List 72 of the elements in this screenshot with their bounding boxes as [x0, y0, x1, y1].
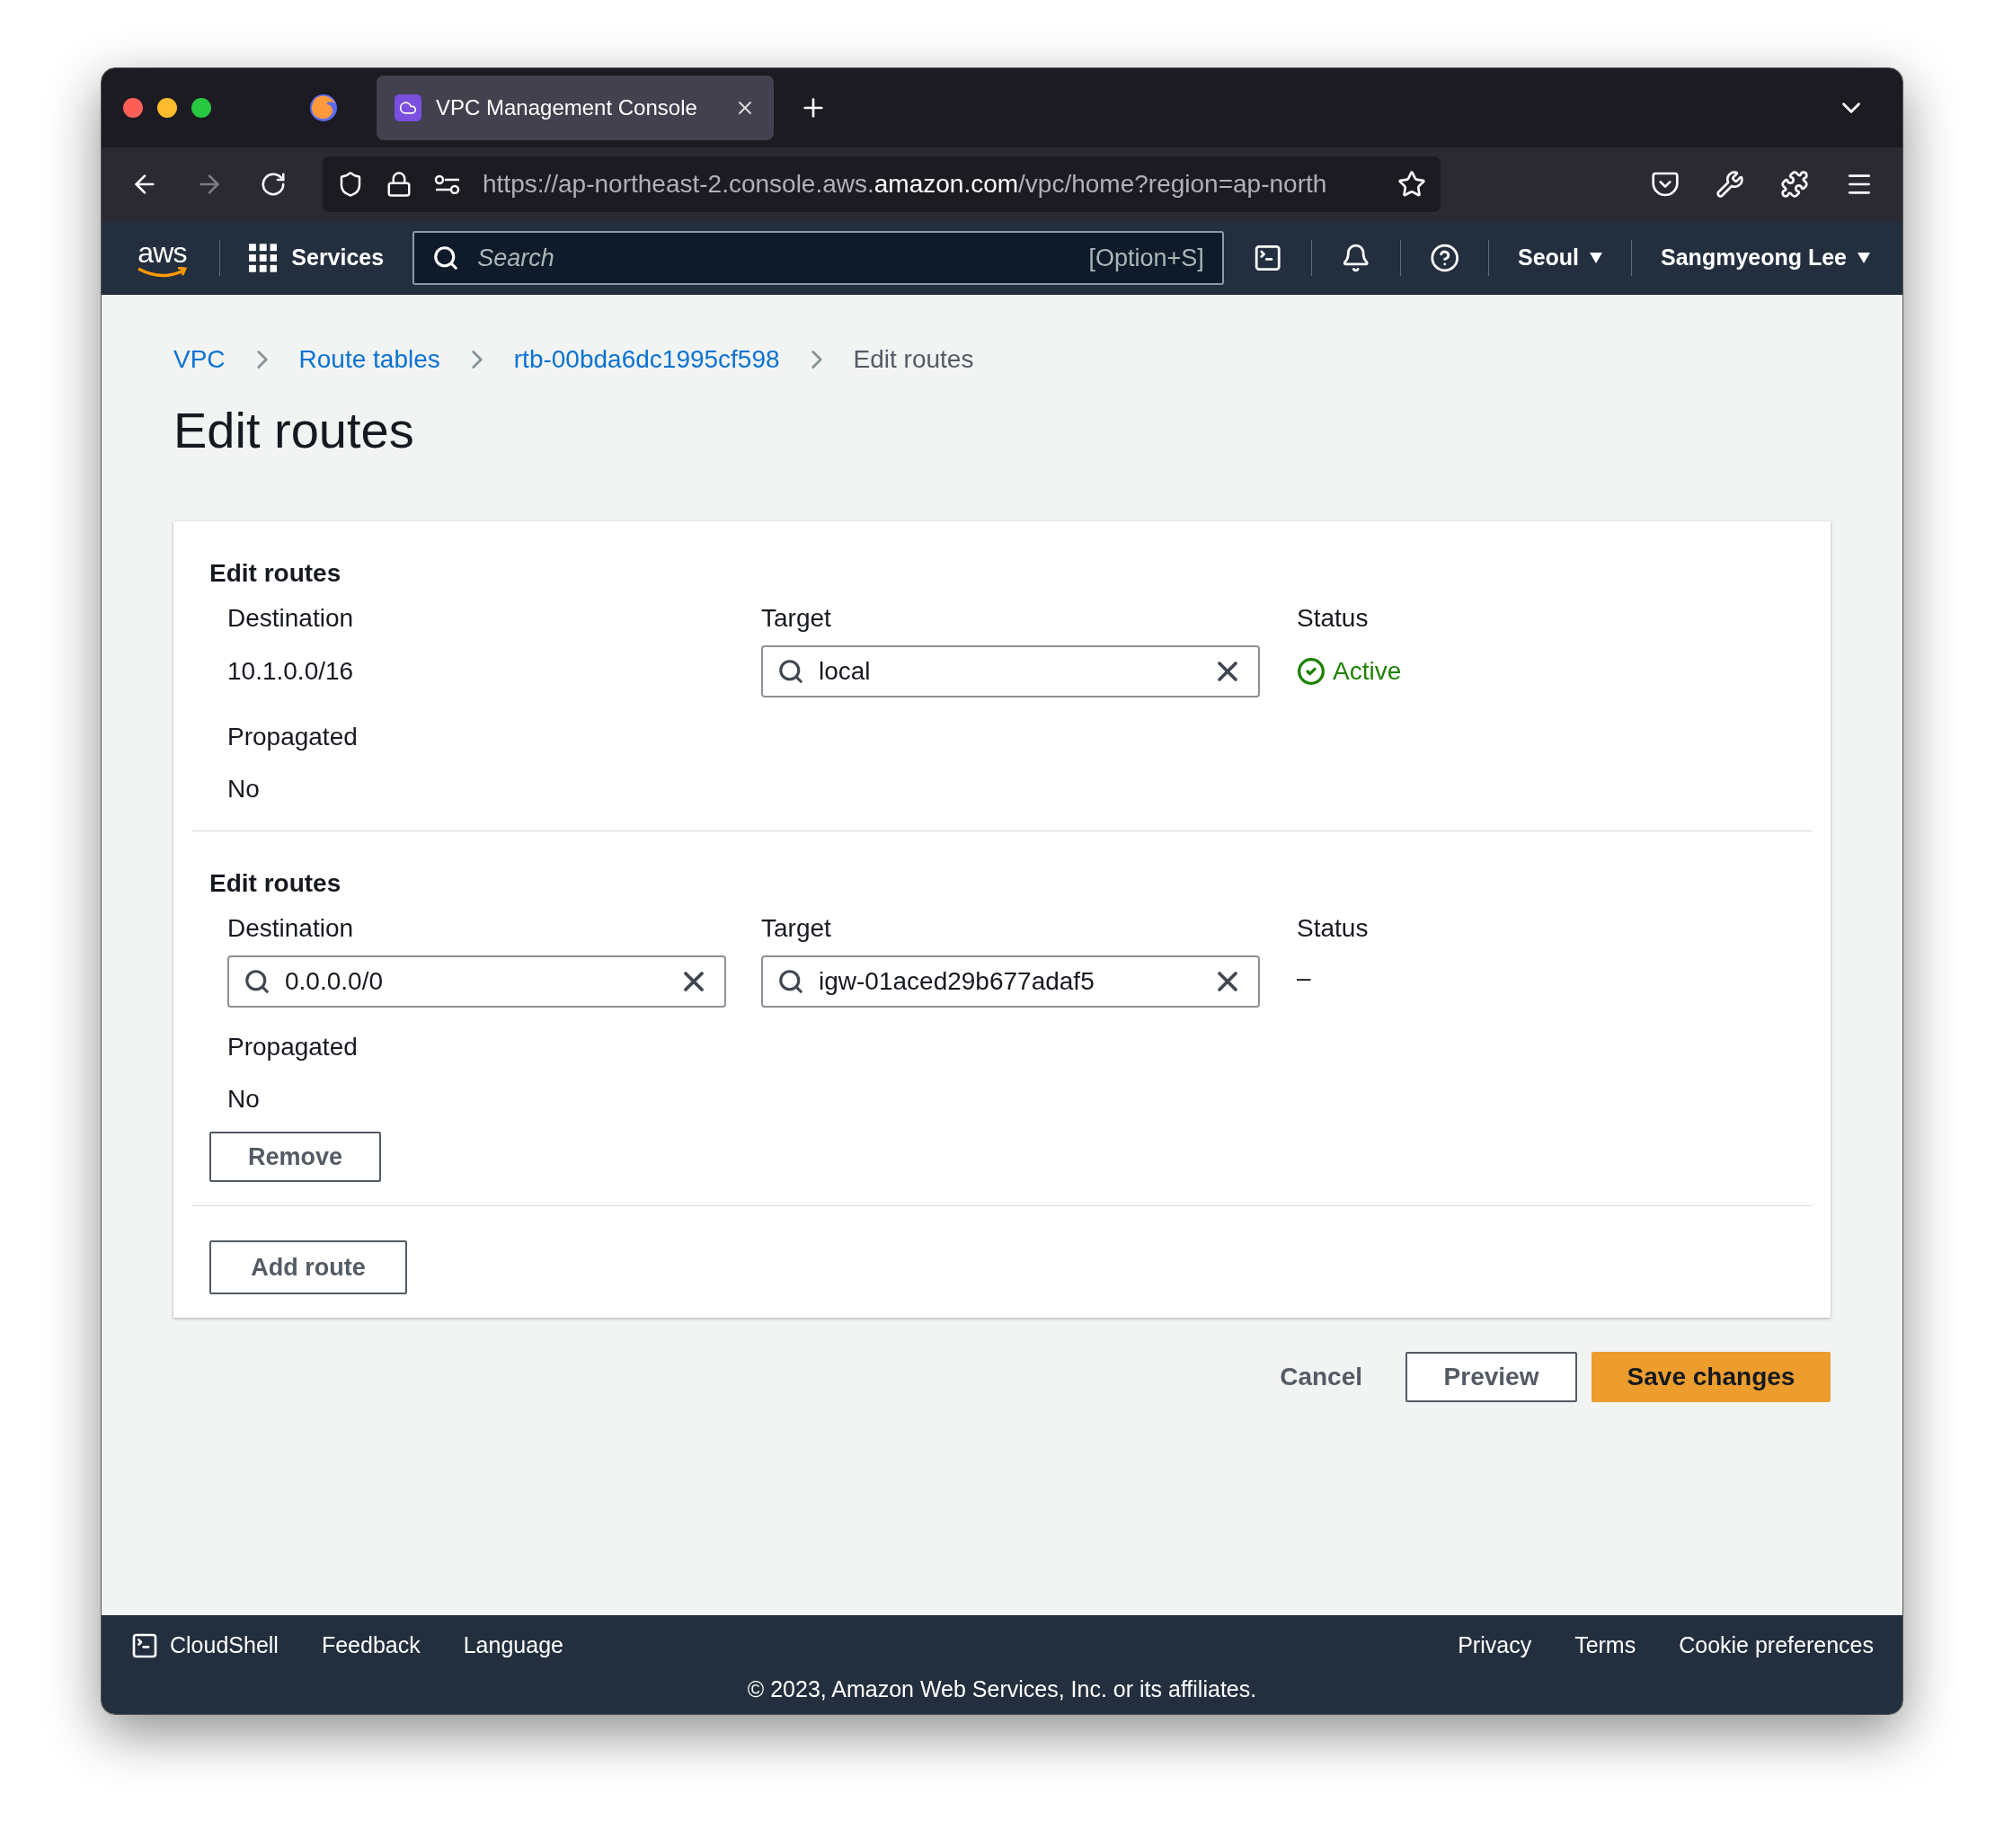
footer-link[interactable]: Language	[463, 1629, 563, 1663]
tab-favicon-icon	[395, 94, 421, 121]
breadcrumb-link[interactable]: VPC	[173, 341, 226, 378]
status-text: –	[1297, 963, 1311, 993]
check-circle-icon	[1297, 657, 1326, 686]
search-field[interactable]: Search [Option+S]	[412, 231, 1224, 285]
search-placeholder: Search	[477, 243, 555, 273]
remove-button[interactable]: Remove	[209, 1132, 381, 1182]
bookmark-star-icon[interactable]	[1397, 170, 1426, 199]
propagated-value: No	[227, 774, 261, 804]
section-heading: Edit routes	[209, 868, 342, 899]
region-dropdown[interactable]: Seoul	[1517, 241, 1603, 275]
column-label: Target	[761, 913, 832, 944]
section-heading: Edit routes	[209, 558, 342, 589]
breadcrumb-current: Edit routes	[853, 344, 974, 375]
shortcut-hint: [Option+S]	[1088, 243, 1204, 273]
reload-icon[interactable]	[260, 171, 287, 198]
save-changes-button[interactable]: Save changes	[1592, 1352, 1831, 1402]
column-label: Status	[1297, 603, 1370, 634]
column-label: Status	[1297, 913, 1370, 944]
url-text: https://ap-northeast-2.console.aws.amazon.com/vpc/home?region=ap-north	[483, 169, 1328, 200]
browser-logo-icon[interactable]	[308, 93, 339, 123]
breadcrumb-link[interactable]: Route tables	[298, 341, 440, 378]
search-icon	[244, 968, 270, 995]
add-route-button[interactable]: Add route	[209, 1240, 407, 1294]
search-icon	[432, 244, 460, 271]
help-icon[interactable]	[1429, 243, 1459, 273]
user-dropdown[interactable]: Sangmyeong Lee	[1661, 241, 1871, 275]
search-input-field[interactable]: local	[761, 645, 1260, 697]
column-label: Destination	[227, 913, 355, 944]
zoom-window-icon[interactable]	[191, 98, 211, 118]
column-label: Propagated	[227, 722, 359, 752]
footer-link[interactable]: Feedback	[321, 1629, 421, 1663]
pocket-icon[interactable]	[1651, 170, 1680, 199]
column-label: Propagated	[227, 1032, 359, 1062]
propagated-value: No	[227, 1084, 261, 1115]
grid-menu-icon[interactable]	[248, 244, 278, 272]
input-value: local	[819, 656, 872, 687]
destination-value: 10.1.0.0/16	[227, 657, 354, 685]
input-value: 0.0.0.0/0	[285, 966, 384, 997]
permissions-icon[interactable]	[434, 174, 461, 194]
wrench-icon[interactable]	[1716, 170, 1744, 199]
column-label: Target	[761, 603, 832, 634]
lock-icon[interactable]	[386, 171, 412, 198]
preview-button[interactable]: Preview	[1405, 1352, 1577, 1402]
cancel-button[interactable]: Cancel	[1251, 1352, 1391, 1402]
footer-link[interactable]: Cookie preferences	[1679, 1629, 1874, 1663]
dropdown-caret-icon	[1858, 253, 1871, 263]
search-icon	[777, 658, 804, 685]
extensions-icon[interactable]	[1780, 170, 1809, 199]
tab-title: VPC Management Console	[436, 94, 698, 121]
search-input-field[interactable]: 0.0.0.0/0	[227, 955, 726, 1008]
column-label: Destination	[227, 603, 355, 634]
close-window-icon[interactable]	[123, 98, 143, 118]
input-value: igw-01aced29b677adaf5	[819, 966, 1095, 997]
terminal-icon[interactable]	[130, 1631, 159, 1660]
minimize-window-icon[interactable]	[157, 98, 177, 118]
footer-link[interactable]: CloudShell	[170, 1629, 279, 1663]
services-link[interactable]: Services	[291, 241, 385, 275]
search-icon	[777, 968, 804, 995]
breadcrumb-link[interactable]: rtb-00bda6dc1995cf598	[513, 341, 780, 378]
footer-link[interactable]: Terms	[1574, 1629, 1636, 1663]
page-title: Edit routes	[173, 401, 415, 460]
address-bar[interactable]: https://ap-northeast-2.console.aws.amazon.com/vpc/home?region=ap-north	[323, 156, 1441, 212]
status-text: Active	[1333, 656, 1402, 687]
copyright-text: © 2023, Amazon Web Services, Inc. or its affiliates.	[747, 1675, 1257, 1703]
aws-logo[interactable]: aws	[134, 238, 191, 278]
browser-tab[interactable]: VPC Management Console	[377, 76, 774, 140]
dropdown-caret-icon	[1590, 253, 1603, 263]
footer-link[interactable]: Privacy	[1458, 1629, 1532, 1663]
search-input-field[interactable]: igw-01aced29b677adaf5	[761, 955, 1260, 1008]
bell-icon[interactable]	[1341, 243, 1371, 273]
